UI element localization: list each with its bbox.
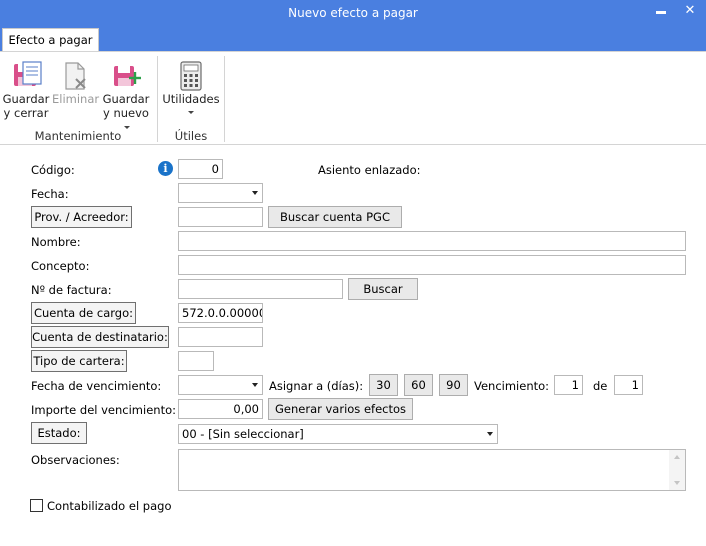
save-new-label-1: Guardar bbox=[102, 92, 150, 106]
tipo-cartera-button[interactable]: Tipo de cartera: bbox=[31, 350, 127, 372]
generate-effects-button[interactable]: Generar varios efectos bbox=[268, 398, 413, 420]
fecha-vencimiento-label: Fecha de vencimiento: bbox=[31, 379, 162, 393]
ribbon-separator bbox=[157, 56, 158, 142]
ribbon: Guardar y cerrar Eliminar Guardar y nuev… bbox=[0, 51, 706, 145]
fecha-label: Fecha: bbox=[31, 187, 69, 201]
ribbon-tab-strip bbox=[0, 27, 706, 51]
scroll-down-icon[interactable] bbox=[674, 481, 680, 485]
contabilizado-checkbox[interactable] bbox=[30, 499, 43, 512]
observaciones-textarea[interactable] bbox=[178, 449, 686, 491]
days-90-button[interactable]: 90 bbox=[439, 374, 468, 396]
importe-input[interactable]: 0,00 bbox=[178, 399, 263, 419]
ribbon-separator bbox=[224, 56, 225, 142]
save-new-icon bbox=[114, 66, 141, 86]
close-icon: ✕ bbox=[684, 3, 696, 18]
cuenta-destinatario-button[interactable]: Cuenta de destinatario: bbox=[31, 326, 169, 348]
chevron-down-icon bbox=[487, 432, 493, 436]
days-30-button[interactable]: 30 bbox=[369, 374, 398, 396]
calculator-icon bbox=[180, 61, 202, 91]
days-60-button[interactable]: 60 bbox=[404, 374, 433, 396]
chevron-down-icon bbox=[252, 383, 258, 387]
delete-button[interactable]: Eliminar bbox=[52, 58, 100, 128]
de-input[interactable]: 1 bbox=[614, 375, 643, 395]
vencimiento-input[interactable]: 1 bbox=[554, 375, 583, 395]
observaciones-label: Observaciones: bbox=[31, 453, 120, 467]
factura-label: Nº de factura: bbox=[31, 283, 112, 297]
minimize-icon bbox=[656, 11, 666, 14]
estado-select[interactable]: 00 - [Sin seleccionar] bbox=[178, 424, 498, 444]
utilities-label: Utilidades bbox=[162, 92, 220, 106]
concepto-label: Concepto: bbox=[31, 259, 90, 273]
factura-input[interactable] bbox=[178, 279, 343, 299]
search-pgc-button[interactable]: Buscar cuenta PGC bbox=[268, 206, 402, 228]
asignar-dias-label: Asignar a (días): bbox=[269, 379, 364, 393]
fecha-date-picker[interactable] bbox=[178, 183, 263, 203]
title-bar: Nuevo efecto a pagar ✕ bbox=[0, 0, 706, 27]
delete-icon bbox=[65, 62, 86, 90]
close-button[interactable]: ✕ bbox=[678, 0, 702, 27]
delete-label: Eliminar bbox=[52, 92, 100, 106]
prov-acreedor-button[interactable]: Prov. / Acreedor: bbox=[31, 206, 132, 228]
de-label: de bbox=[593, 379, 608, 393]
nombre-label: Nombre: bbox=[31, 235, 81, 249]
tipo-cartera-input[interactable] bbox=[178, 351, 214, 371]
cuenta-cargo-input[interactable]: 572.0.0.00000 bbox=[178, 303, 263, 323]
group-label-utiles: Útiles bbox=[174, 129, 208, 143]
save-close-button[interactable]: Guardar y cerrar bbox=[2, 58, 50, 128]
importe-label: Importe del vencimiento: bbox=[31, 403, 176, 417]
group-label-mantenimiento: Mantenimiento bbox=[34, 129, 122, 143]
chevron-down-icon bbox=[188, 111, 194, 114]
tab-efecto-a-pagar[interactable]: Efecto a pagar bbox=[2, 28, 99, 52]
save-close-label-1: Guardar bbox=[2, 92, 50, 106]
search-button[interactable]: Buscar bbox=[348, 278, 418, 300]
codigo-input[interactable]: 0 bbox=[178, 159, 223, 179]
save-close-icon bbox=[14, 61, 42, 86]
save-new-button[interactable]: Guardar y nuevo bbox=[100, 58, 152, 129]
scrollbar[interactable] bbox=[669, 450, 685, 490]
vencimiento-label: Vencimiento: bbox=[474, 379, 550, 393]
scroll-up-icon[interactable] bbox=[674, 455, 680, 459]
codigo-label: Código: bbox=[31, 163, 75, 177]
minimize-button[interactable] bbox=[650, 0, 672, 27]
save-close-label-2: y cerrar bbox=[3, 106, 49, 120]
utilities-button[interactable]: Utilidades bbox=[162, 58, 220, 128]
info-icon[interactable]: i bbox=[158, 161, 173, 176]
nombre-input[interactable] bbox=[178, 231, 686, 251]
cuenta-cargo-button[interactable]: Cuenta de cargo: bbox=[31, 302, 136, 324]
window-title: Nuevo efecto a pagar bbox=[288, 6, 418, 20]
concepto-input[interactable] bbox=[178, 255, 686, 275]
asiento-enlazado-label: Asiento enlazado: bbox=[318, 163, 421, 177]
fecha-vencimiento-picker[interactable] bbox=[178, 375, 263, 395]
chevron-down-icon bbox=[252, 191, 258, 195]
cuenta-destinatario-input[interactable] bbox=[178, 327, 263, 347]
contabilizado-label: Contabilizado el pago bbox=[47, 499, 172, 513]
estado-button[interactable]: Estado: bbox=[31, 422, 87, 444]
prov-acreedor-input[interactable] bbox=[178, 207, 263, 227]
